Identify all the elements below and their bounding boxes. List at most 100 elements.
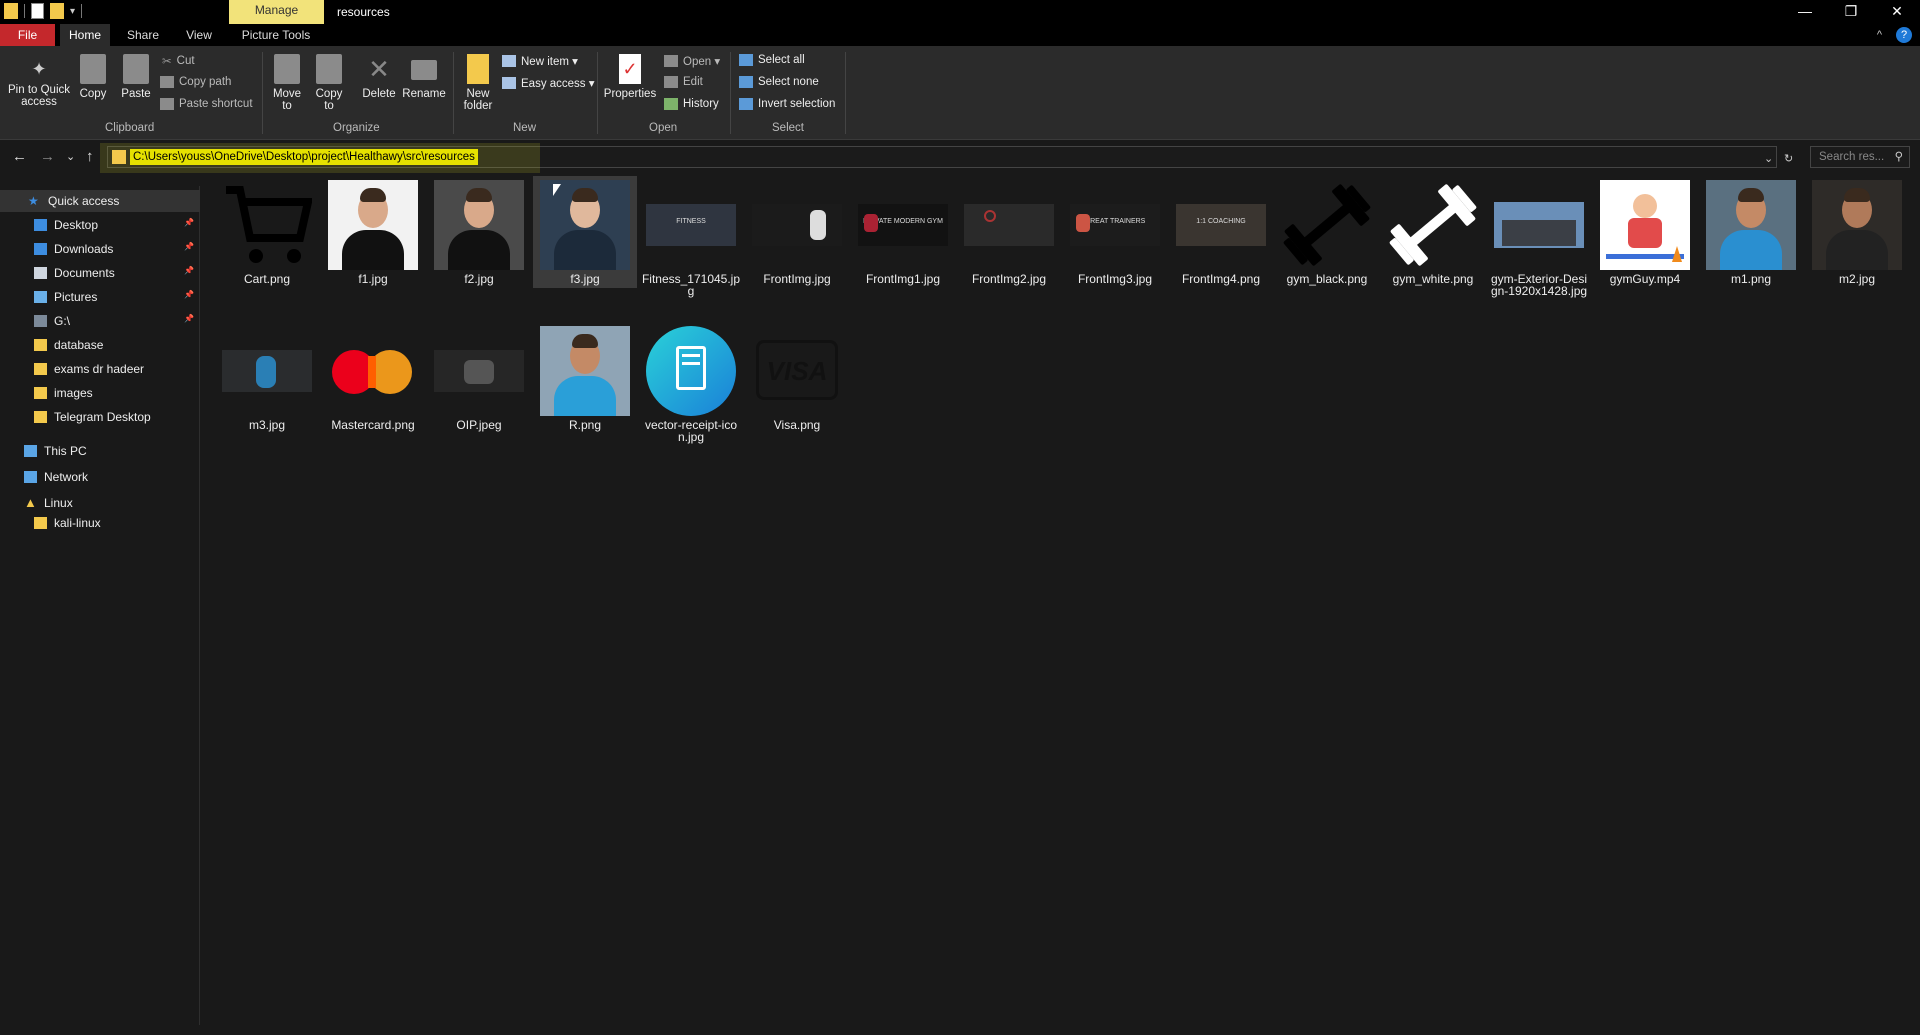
paste-shortcut-button[interactable]: Paste shortcut xyxy=(160,98,253,110)
file-thumbnail xyxy=(752,180,842,270)
rename-icon xyxy=(411,60,437,80)
rename-label: Rename xyxy=(402,88,446,100)
file-item[interactable]: f2.jpg xyxy=(427,176,531,288)
file-item[interactable]: gym_black.png xyxy=(1275,176,1379,288)
select-all-button[interactable]: Select all xyxy=(739,54,805,66)
file-item[interactable]: gym-Exterior-Design-1920x1428.jpg xyxy=(1487,176,1591,300)
rename-button[interactable]: Rename xyxy=(402,54,446,100)
select-none-button[interactable]: Select none xyxy=(739,76,819,88)
file-item[interactable]: m2.jpg xyxy=(1805,176,1909,288)
file-name: R.png xyxy=(568,418,602,432)
copy-path-button[interactable]: Copy path xyxy=(160,76,231,88)
thumbnail-graphic: FITNESS xyxy=(676,218,706,225)
file-item[interactable]: Cart.png xyxy=(215,176,319,288)
sidebar-item[interactable]: Pictures 📌 xyxy=(0,286,200,308)
new-folder-button[interactable]: New folder xyxy=(460,54,496,112)
properties-button[interactable]: ✓ Properties xyxy=(603,54,657,100)
tab-share[interactable]: Share xyxy=(118,24,168,46)
address-dropdown-icon[interactable]: ⌄ xyxy=(1764,152,1773,165)
file-item[interactable]: R.png xyxy=(533,322,637,434)
copy-label: Copy xyxy=(79,88,107,100)
sidebar-item[interactable]: G:\ 📌 xyxy=(0,310,200,332)
file-item[interactable]: gym_white.png xyxy=(1381,176,1485,288)
properties-quick-icon[interactable] xyxy=(31,3,44,19)
sidebar-item-network[interactable]: Network xyxy=(0,466,200,488)
sidebar-item[interactable]: database xyxy=(0,334,200,356)
sidebar-item[interactable]: images xyxy=(0,382,200,404)
divider xyxy=(262,52,263,134)
up-icon[interactable]: ↑ xyxy=(86,148,94,165)
recent-locations-icon[interactable]: ⌄ xyxy=(66,150,75,163)
sidebar-item[interactable]: Desktop 📌 xyxy=(0,214,200,236)
file-name: f1.jpg xyxy=(358,272,388,286)
file-thumbnail xyxy=(1494,180,1584,270)
sidebar-item-linux[interactable]: ▲ Linux xyxy=(0,492,200,514)
thumbnail-graphic xyxy=(864,214,878,232)
file-item[interactable]: OIP.jpeg xyxy=(427,322,531,434)
file-thumbnail xyxy=(222,180,312,270)
refresh-icon[interactable]: ↻ xyxy=(1784,152,1793,165)
paste-shortcut-label: Paste shortcut xyxy=(179,98,253,110)
pin-icon[interactable]: 📌 xyxy=(184,266,194,275)
minimize-button[interactable]: — xyxy=(1782,0,1828,24)
file-item[interactable]: VISA Visa.png xyxy=(745,322,849,434)
file-item[interactable]: vector-receipt-icon.jpg xyxy=(639,322,743,446)
sidebar-item-quick-access[interactable]: ★ Quick access xyxy=(0,190,200,212)
forward-icon[interactable]: → xyxy=(40,148,55,165)
sidebar-item-kali-linux[interactable]: kali-linux xyxy=(0,512,200,534)
file-item[interactable]: GREAT TRAINERS FrontImg3.jpg xyxy=(1063,176,1167,288)
manage-context-tab[interactable]: Manage xyxy=(229,0,324,24)
address-path[interactable]: C:\Users\youss\OneDrive\Desktop\project\… xyxy=(130,149,478,165)
address-bar[interactable]: C:\Users\youss\OneDrive\Desktop\project\… xyxy=(100,143,1777,173)
file-item[interactable]: Mastercard.png xyxy=(321,322,425,434)
pin-icon[interactable]: 📌 xyxy=(184,314,194,323)
paste-button[interactable]: Paste xyxy=(120,54,152,100)
file-item[interactable]: FrontImg.jpg xyxy=(745,176,849,288)
tab-home[interactable]: Home xyxy=(60,24,110,46)
search-input[interactable]: Search res... ⚲ xyxy=(1810,146,1910,168)
file-item[interactable]: m3.jpg xyxy=(215,322,319,434)
open-button[interactable]: Open ▾ xyxy=(664,54,720,68)
file-item[interactable]: f3.jpg xyxy=(533,176,637,288)
sidebar-item[interactable]: Documents 📌 xyxy=(0,262,200,284)
move-to-button[interactable]: Move to xyxy=(270,54,304,112)
history-button[interactable]: History xyxy=(664,98,719,110)
tab-view[interactable]: View xyxy=(176,24,222,46)
sidebar-item[interactable]: Telegram Desktop xyxy=(0,406,200,428)
collapse-ribbon-icon[interactable]: ^ xyxy=(1877,29,1882,41)
sidebar-item-label: Network xyxy=(44,470,89,484)
file-item[interactable]: 1:1 COACHING FrontImg4.png xyxy=(1169,176,1273,288)
file-item[interactable]: m1.png xyxy=(1699,176,1803,288)
pin-icon[interactable]: 📌 xyxy=(184,218,194,227)
pin-icon[interactable]: 📌 xyxy=(184,242,194,251)
restore-button[interactable]: ❐ xyxy=(1828,0,1874,24)
select-group-label: Select xyxy=(772,122,804,134)
help-icon[interactable]: ? xyxy=(1896,27,1912,43)
divider xyxy=(597,52,598,134)
pin-quick-access-button[interactable]: ✦ Pin to Quick access xyxy=(4,58,74,108)
new-folder-quick-icon[interactable] xyxy=(50,3,64,19)
back-icon[interactable]: ← xyxy=(12,148,27,165)
file-item[interactable]: FITNESS Fitness_171045.jpg xyxy=(639,176,743,300)
sidebar-item[interactable]: Downloads 📌 xyxy=(0,238,200,260)
customize-toolbar-icon[interactable]: ▾ xyxy=(70,6,75,17)
close-button[interactable]: ✕ xyxy=(1874,0,1920,24)
delete-button[interactable]: ✕ Delete xyxy=(358,54,400,100)
new-item-button[interactable]: New item ▾ xyxy=(502,54,578,68)
invert-selection-button[interactable]: Invert selection xyxy=(739,98,835,110)
easy-access-button[interactable]: Easy access ▾ xyxy=(502,76,595,90)
copy-to-button[interactable]: Copy to xyxy=(312,54,346,112)
edit-button[interactable]: Edit xyxy=(664,76,703,88)
sidebar-item[interactable]: exams dr hadeer xyxy=(0,358,200,380)
file-item[interactable]: f1.jpg xyxy=(321,176,425,288)
pin-icon[interactable]: 📌 xyxy=(184,290,194,299)
sidebar-item-this-pc[interactable]: This PC xyxy=(0,440,200,462)
tab-picture-tools[interactable]: Picture Tools xyxy=(232,24,320,46)
tab-file[interactable]: File xyxy=(0,24,55,46)
sidebar-item-label: database xyxy=(54,338,104,352)
copy-button[interactable]: Copy xyxy=(78,54,108,100)
file-item[interactable]: PRIVATE MODERN GYM FrontImg1.jpg xyxy=(851,176,955,288)
file-item[interactable]: gymGuy.mp4 xyxy=(1593,176,1697,288)
file-item[interactable]: FrontImg2.jpg xyxy=(957,176,1061,288)
cut-button[interactable]: ✂ Cut xyxy=(162,54,195,68)
